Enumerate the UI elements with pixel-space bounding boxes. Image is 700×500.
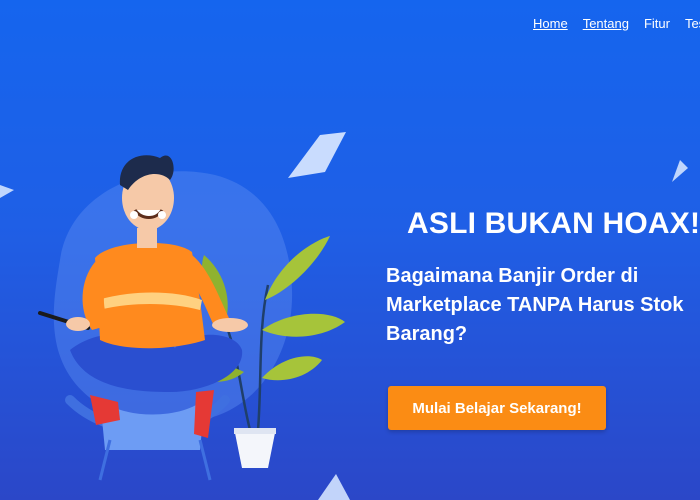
background-blob — [53, 171, 293, 423]
paper-plane-icon — [288, 132, 346, 178]
nav-testimoni[interactable]: Testimoni — [685, 16, 700, 31]
paper-fragment-icon — [672, 160, 688, 182]
meditating-person-illustration — [38, 155, 248, 438]
potted-plant-illustration — [188, 236, 345, 468]
nav-home[interactable]: Home — [533, 16, 568, 31]
paper-fragment-icon — [318, 474, 350, 500]
chair-illustration — [65, 395, 230, 481]
nav-fitur[interactable]: Fitur — [644, 16, 670, 31]
hero-subheadline: Bagaimana Banjir Order di Marketplace TA… — [386, 265, 684, 345]
hero-headline: ASLI BUKAN HOAX! — [407, 207, 700, 240]
start-learning-button[interactable]: Mulai Belajar Sekarang! — [388, 386, 606, 430]
top-nav: Home Tentang Fitur Testimoni — [533, 16, 700, 31]
paper-fragment-icon — [0, 185, 14, 198]
nav-tentang[interactable]: Tentang — [583, 16, 629, 31]
